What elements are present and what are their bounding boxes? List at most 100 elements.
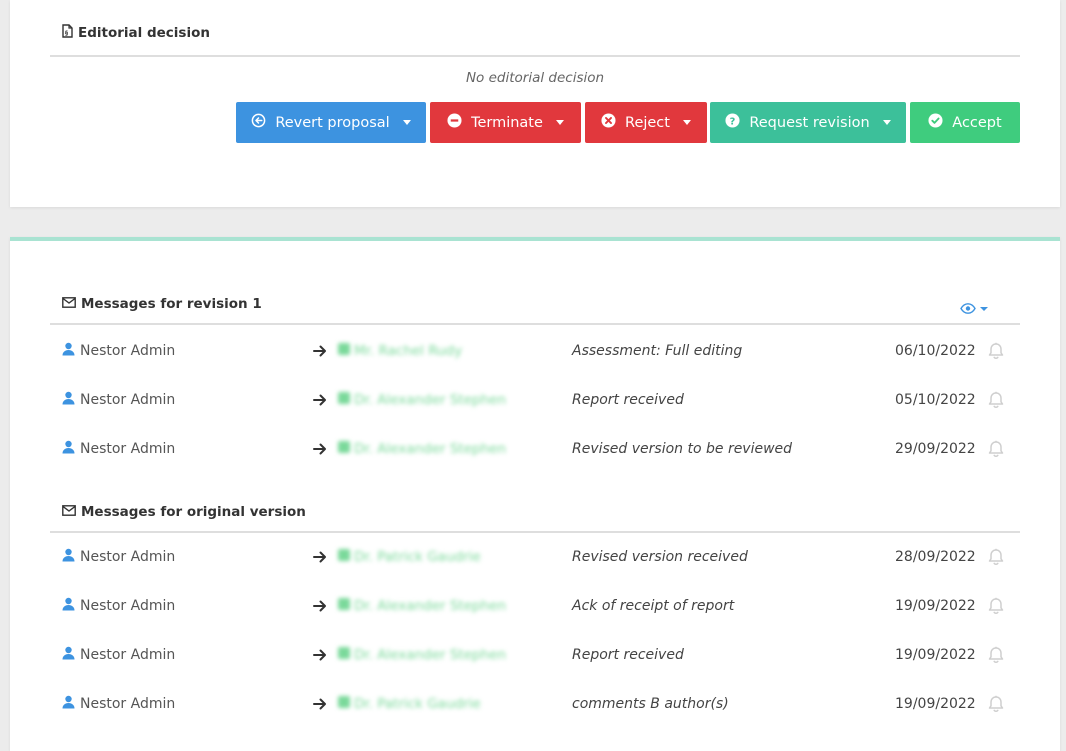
message-recipient[interactable]: Dr. Alexander Stephen — [338, 424, 506, 473]
terminate-button[interactable]: Terminate — [430, 102, 581, 143]
recipient-name: Dr. Alexander Stephen — [354, 597, 507, 614]
message-sender[interactable]: Nestor Admin — [62, 581, 175, 630]
message-subject[interactable]: comments B author(s) — [572, 679, 729, 728]
sender-name: Nestor Admin — [80, 391, 176, 408]
message-date: 19/09/2022 — [895, 646, 976, 663]
messages-card: Messages for revision 1 Nestor Admin Mr.… — [10, 237, 1060, 751]
message-row: Nestor Admin Dr. Alexander Stephen Repor… — [50, 630, 1020, 679]
message-subject[interactable]: Revised version received — [572, 532, 748, 581]
message-recipient[interactable]: Dr. Alexander Stephen — [338, 630, 506, 679]
message-row: Nestor Admin Dr. Alexander Stephen Repor… — [50, 375, 1020, 424]
no-decision-text: No editorial decision — [465, 70, 605, 86]
message-subject[interactable]: Report received — [572, 630, 684, 679]
message-subject[interactable]: Ack of receipt of report — [572, 581, 734, 630]
svg-text:§: § — [65, 30, 68, 37]
message-sender[interactable]: Nestor Admin — [62, 679, 175, 728]
editorial-decision-card: § Editorial decision No editorial decisi… — [10, 0, 1060, 207]
user-icon — [338, 597, 350, 614]
message-date: 28/09/2022 — [895, 548, 976, 565]
envelope-icon — [62, 296, 76, 312]
sender-name: Nestor Admin — [80, 695, 176, 712]
bell-icon[interactable] — [987, 581, 1005, 630]
editorial-decision-heading: § Editorial decision — [62, 24, 210, 42]
message-subject[interactable]: Revised version to be reviewed — [572, 424, 792, 473]
message-date: 19/09/2022 — [895, 597, 976, 614]
message-row: Nestor Admin Dr. Patrick Gaudrie comment… — [50, 679, 1020, 728]
accept-label: Accept — [952, 114, 1002, 131]
recipient-name: Mr. Rachel Rudy — [354, 342, 463, 359]
check-circle-icon — [928, 113, 943, 132]
file-icon: § — [62, 24, 73, 42]
arrow-right-icon — [313, 375, 327, 424]
revert-proposal-button[interactable]: Revert proposal — [236, 102, 426, 143]
user-icon — [338, 440, 350, 457]
envelope-icon — [338, 342, 350, 359]
message-date: 05/10/2022 — [895, 391, 976, 408]
message-recipient[interactable]: Mr. Rachel Rudy — [338, 326, 462, 375]
message-row: Nestor Admin Dr. Patrick Gaudrie Revised… — [50, 532, 1020, 581]
arrow-right-icon — [313, 424, 327, 473]
sender-name: Nestor Admin — [80, 597, 176, 614]
user-icon — [62, 597, 75, 615]
message-date: 19/09/2022 — [895, 695, 976, 712]
chevron-down-icon — [555, 120, 564, 125]
arrow-right-icon — [313, 679, 327, 728]
sender-name: Nestor Admin — [80, 342, 176, 359]
eye-icon — [960, 299, 976, 318]
recipient-name: Dr. Patrick Gaudrie — [354, 548, 481, 565]
user-icon — [338, 391, 350, 408]
bell-icon[interactable] — [987, 424, 1005, 473]
pen-icon — [338, 695, 350, 712]
message-subject[interactable]: Assessment: Full editing — [572, 326, 742, 375]
recipient-name: Dr. Patrick Gaudrie — [354, 695, 481, 712]
message-date: 06/10/2022 — [895, 342, 976, 359]
bell-icon[interactable] — [987, 375, 1005, 424]
minus-circle-icon — [447, 113, 462, 132]
message-sender[interactable]: Nestor Admin — [62, 424, 175, 473]
envelope-icon — [62, 504, 76, 520]
terminate-label: Terminate — [471, 114, 543, 131]
arrow-right-icon — [313, 630, 327, 679]
message-subject[interactable]: Report received — [572, 375, 684, 424]
message-row: Nestor Admin Dr. Alexander Stephen Ack o… — [50, 581, 1020, 630]
chevron-down-icon — [682, 120, 691, 125]
divider — [50, 55, 1020, 57]
editorial-decision-title: Editorial decision — [78, 25, 210, 41]
divider — [50, 323, 1020, 325]
reject-label: Reject — [625, 114, 670, 131]
user-icon — [62, 391, 75, 409]
user-icon — [62, 440, 75, 458]
sender-name: Nestor Admin — [80, 646, 176, 663]
pen-icon — [338, 548, 350, 565]
message-recipient[interactable]: Dr. Alexander Stephen — [338, 375, 506, 424]
message-row: Nestor Admin Dr. Alexander Stephen Revis… — [50, 424, 1020, 473]
message-sender[interactable]: Nestor Admin — [62, 630, 175, 679]
user-icon — [62, 548, 75, 566]
accept-button[interactable]: Accept — [910, 102, 1020, 143]
bell-icon[interactable] — [987, 630, 1005, 679]
request-revision-label: Request revision — [749, 114, 870, 131]
original-messages-heading: Messages for original version — [62, 504, 306, 520]
times-circle-icon — [601, 113, 616, 132]
message-sender[interactable]: Nestor Admin — [62, 532, 175, 581]
message-recipient[interactable]: Dr. Patrick Gaudrie — [338, 679, 481, 728]
revert-proposal-label: Revert proposal — [275, 114, 390, 131]
question-circle-icon: ? — [725, 113, 740, 132]
chevron-down-icon — [980, 306, 988, 311]
bell-icon[interactable] — [987, 326, 1005, 375]
message-recipient[interactable]: Dr. Alexander Stephen — [338, 581, 506, 630]
request-revision-button[interactable]: ? Request revision — [710, 102, 906, 143]
arrow-right-icon — [313, 581, 327, 630]
visibility-dropdown[interactable] — [960, 299, 988, 318]
message-recipient[interactable]: Dr. Patrick Gaudrie — [338, 532, 481, 581]
message-sender[interactable]: Nestor Admin — [62, 326, 175, 375]
chevron-down-icon — [882, 120, 891, 125]
arrow-right-icon — [313, 532, 327, 581]
message-row: Nestor Admin Mr. Rachel Rudy Assessment:… — [50, 326, 1020, 375]
message-sender[interactable]: Nestor Admin — [62, 375, 175, 424]
user-icon — [62, 342, 75, 360]
bell-icon[interactable] — [987, 679, 1005, 728]
bell-icon[interactable] — [987, 532, 1005, 581]
original-messages-title: Messages for original version — [81, 504, 306, 520]
reject-button[interactable]: Reject — [585, 102, 707, 143]
